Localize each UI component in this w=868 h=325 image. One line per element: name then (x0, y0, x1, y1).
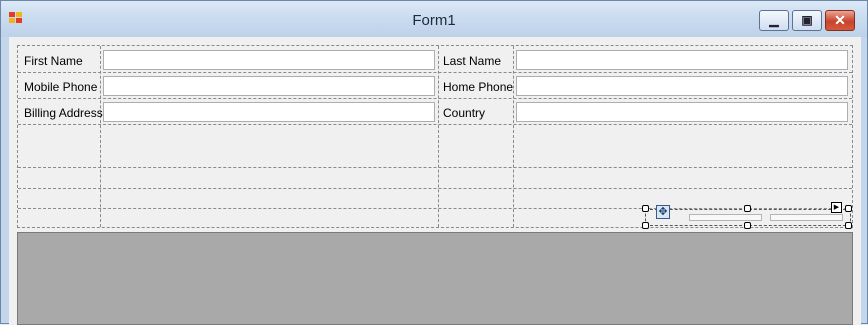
resize-handle[interactable] (744, 222, 751, 229)
grid-divider (18, 98, 852, 99)
mobile-phone-field[interactable] (103, 76, 435, 96)
grid-divider (18, 72, 852, 73)
table-layout-panel[interactable]: First Name Last Name Mobile Phone Home P… (17, 45, 853, 228)
minimize-button[interactable]: ▁ (759, 10, 789, 31)
bottom-panel[interactable] (17, 232, 853, 325)
child-control[interactable] (689, 214, 762, 221)
grid-divider (18, 188, 852, 189)
grid-divider (513, 46, 514, 227)
last-name-field[interactable] (516, 50, 848, 70)
child-control[interactable] (770, 214, 843, 221)
resize-handle[interactable] (642, 222, 649, 229)
title-bar[interactable]: Form1 ▁ ▣ ✕ (1, 1, 867, 37)
maximize-button[interactable]: ▣ (792, 10, 822, 31)
resize-handle[interactable] (642, 205, 649, 212)
close-icon: ✕ (834, 12, 846, 28)
country-field[interactable] (516, 102, 848, 122)
grid-divider (100, 46, 101, 227)
window: Form1 ▁ ▣ ✕ First Name Last Name Mobile … (0, 0, 868, 325)
billing-address-label: Billing Address (24, 106, 103, 120)
form-client-area: First Name Last Name Mobile Phone Home P… (9, 37, 861, 325)
resize-handle[interactable] (845, 205, 852, 212)
minimize-icon: ▁ (769, 13, 779, 27)
grid-divider (438, 46, 439, 227)
first-name-field[interactable] (103, 50, 435, 70)
maximize-icon: ▣ (801, 13, 813, 27)
home-phone-field[interactable] (516, 76, 848, 96)
billing-address-field[interactable] (103, 102, 435, 122)
first-name-label: First Name (24, 54, 83, 68)
grid-divider (18, 124, 852, 125)
move-handle-icon[interactable]: ✥ (656, 205, 670, 219)
close-button[interactable]: ✕ (825, 10, 855, 31)
smart-tag-arrow-icon[interactable]: ▶ (831, 202, 842, 213)
last-name-label: Last Name (443, 54, 502, 68)
window-title: Form1 (412, 12, 456, 29)
home-phone-label: Home Phone (443, 80, 514, 94)
country-label: Country (443, 106, 486, 120)
resize-handle[interactable] (845, 222, 852, 229)
grid-divider (18, 167, 852, 168)
resize-handle[interactable] (744, 205, 751, 212)
mobile-phone-label: Mobile Phone (24, 80, 98, 94)
